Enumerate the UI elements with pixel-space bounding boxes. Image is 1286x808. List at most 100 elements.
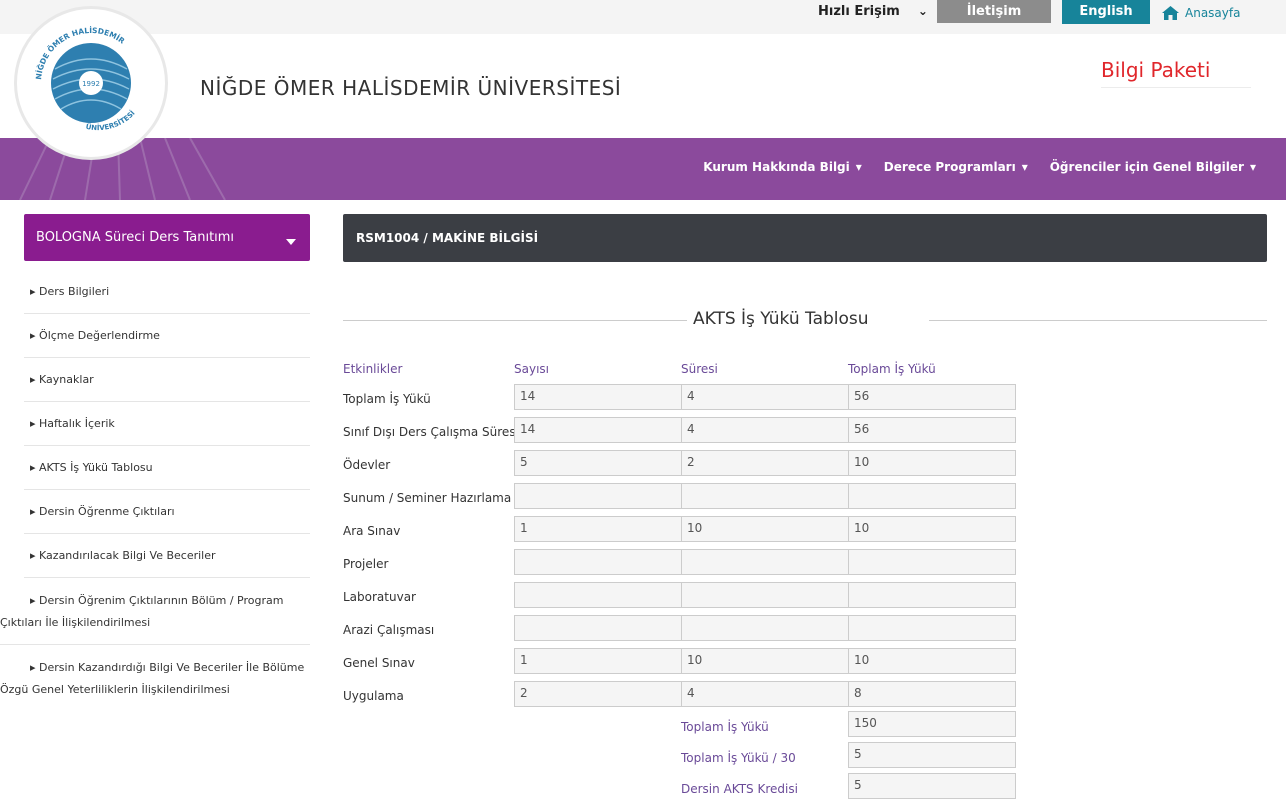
caret-down-icon: ▾ [855,160,862,174]
total-workload-field[interactable]: 150 [848,711,1016,737]
activity-label: Projeler [343,557,389,571]
sidebar-item-label: Kaynaklar [39,373,94,386]
sidebar-item-label: Ölçme Değerlendirme [39,329,160,342]
sidebar-item-label: Haftalık İçerik [39,417,115,430]
table-row: Arazi Çalışması [343,615,1043,643]
caret-down-icon: ▾ [1021,160,1028,174]
duration-field[interactable]: 10 [681,648,849,674]
sidebar-item-competency-mapping[interactable]: ▸ Dersin Kazandırdığı Bilgi Ve Beceriler… [0,645,310,713]
university-title: NİĞDE ÖMER HALİSDEMİR ÜNİVERSİTESİ [200,76,622,100]
sidebar-item-label: Dersin Öğrenim Çıktılarının Bölüm / Prog… [0,594,284,629]
total-field[interactable]: 10 [848,648,1016,674]
activity-label: Arazi Çalışması [343,623,435,637]
course-title-bar: RSM1004 / MAKİNE BİLGİSİ [343,214,1267,262]
main-nav: Kurum Hakkında Bilgi ▾ Derece Programlar… [0,138,1286,200]
bologna-menu-button[interactable]: BOLOGNA Süreci Ders Tanıtımı [24,214,310,261]
activity-label: Genel Sınav [343,656,415,670]
total-field[interactable] [848,483,1016,509]
info-package-title[interactable]: Bilgi Paketi [1101,58,1210,82]
count-field[interactable] [514,615,682,641]
total-field[interactable]: 56 [848,384,1016,410]
table-row: Sunum / Seminer Hazırlama [343,483,1043,511]
count-field[interactable]: 1 [514,648,682,674]
home-link[interactable]: Anasayfa [1162,3,1240,23]
workload-per-30-label: Toplam İş Yükü / 30 [681,751,796,765]
total-field[interactable]: 8 [848,681,1016,707]
sidebar-item-weekly-content[interactable]: ▸ Haftalık İçerik [24,402,310,446]
column-header: Toplam İş Yükü [848,362,936,376]
total-field[interactable] [848,582,1016,608]
total-field[interactable] [848,615,1016,641]
sidebar-menu: ▸ Ders Bilgileri ▸ Ölçme Değerlendirme ▸… [0,270,310,713]
table-row: Uygulama 2 4 8 [343,681,1043,709]
duration-field[interactable] [681,582,849,608]
count-field[interactable] [514,549,682,575]
sidebar-item-label: Dersin Kazandırdığı Bilgi Ve Beceriler İ… [0,661,305,696]
duration-field[interactable]: 2 [681,450,849,476]
contact-button[interactable]: İletişim [937,0,1051,23]
total-field[interactable]: 10 [848,450,1016,476]
column-header: Etkinlikler [343,362,403,376]
nav-degree-programs[interactable]: Derece Programları ▾ [884,160,1028,174]
total-field[interactable]: 10 [848,516,1016,542]
sidebar-item-label: Ders Bilgileri [39,285,110,298]
divider [343,320,687,321]
caret-down-icon: ▾ [1249,160,1256,174]
sidebar-item-ects-workload[interactable]: ▸ AKTS İş Yükü Tablosu [24,446,310,490]
total-field[interactable]: 56 [848,417,1016,443]
duration-field[interactable] [681,615,849,641]
divider [929,320,1267,321]
nav-student-info[interactable]: Öğrenciler için Genel Bilgiler ▾ [1050,160,1256,174]
duration-field[interactable]: 4 [681,417,849,443]
duration-field[interactable]: 4 [681,681,849,707]
table-row: Toplam İş Yükü 14 4 56 [343,384,1043,412]
workload-per-30-field[interactable]: 5 [848,742,1016,768]
section-title: AKTS İş Yükü Tablosu [689,309,873,329]
sidebar-item-assessment[interactable]: ▸ Ölçme Değerlendirme [24,314,310,358]
sidebar-item-learning-outcomes[interactable]: ▸ Dersin Öğrenme Çıktıları [24,490,310,534]
english-button[interactable]: English [1062,0,1150,24]
count-field[interactable] [514,483,682,509]
activity-label: Sunum / Seminer Hazırlama [343,491,512,505]
column-header: Süresi [681,362,718,376]
count-field[interactable]: 14 [514,384,682,410]
university-logo[interactable]: 1992 NİĞDE ÖMER HALİSDEMİR ÜNİVERSİTESİ [14,6,168,160]
activity-label: Ara Sınav [343,524,401,538]
count-field[interactable]: 2 [514,681,682,707]
university-seal-icon: 1992 NİĞDE ÖMER HALİSDEMİR ÜNİVERSİTESİ [25,17,157,149]
caret-down-icon [286,234,296,249]
duration-field[interactable] [681,483,849,509]
duration-field[interactable]: 4 [681,384,849,410]
column-header: Sayısı [514,362,549,376]
nav-item-label: Kurum Hakkında Bilgi [703,160,850,174]
table-row: Ödevler 5 2 10 [343,450,1043,478]
duration-field[interactable] [681,549,849,575]
nav-institution-info[interactable]: Kurum Hakkında Bilgi ▾ [703,160,862,174]
sidebar-item-course-info[interactable]: ▸ Ders Bilgileri [24,270,310,314]
sidebar-item-label: AKTS İş Yükü Tablosu [39,461,153,474]
table-row: Projeler [343,549,1043,577]
count-field[interactable]: 14 [514,417,682,443]
count-field[interactable] [514,582,682,608]
nav-item-label: Derece Programları [883,160,1016,174]
activity-label: Laboratuvar [343,590,416,604]
activity-label: Ödevler [343,458,391,472]
count-field[interactable]: 5 [514,450,682,476]
activity-label: Uygulama [343,689,404,703]
ects-credit-field[interactable]: 5 [848,773,1016,799]
sidebar-item-skills[interactable]: ▸ Kazandırılacak Bilgi Ve Beceriler [24,534,310,578]
divider [1101,87,1251,88]
count-field[interactable]: 1 [514,516,682,542]
top-bar: Hızlı Erişim ⌄ İletişim English Anasayfa [0,0,1286,34]
quick-access-dropdown[interactable]: Hızlı Erişim ⌄ [818,0,928,22]
total-workload-label: Toplam İş Yükü [681,720,769,734]
sidebar-item-label: Kazandırılacak Bilgi Ve Beceriler [39,549,216,562]
chevron-down-icon: ⌄ [917,4,928,18]
duration-field[interactable]: 10 [681,516,849,542]
activity-label: Toplam İş Yükü [343,392,431,406]
sidebar-item-label: Dersin Öğrenme Çıktıları [39,505,175,518]
total-field[interactable] [848,549,1016,575]
svg-text:1992: 1992 [82,80,100,88]
sidebar-item-resources[interactable]: ▸ Kaynaklar [24,358,310,402]
sidebar-item-outcome-mapping[interactable]: ▸ Dersin Öğrenim Çıktılarının Bölüm / Pr… [0,578,310,645]
